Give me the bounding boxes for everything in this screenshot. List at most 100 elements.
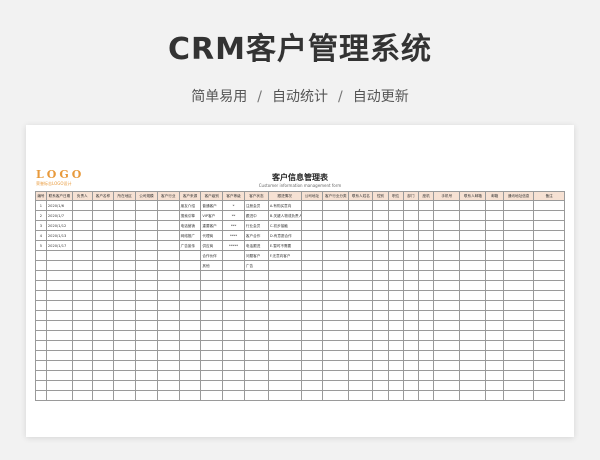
table-cell[interactable] [135,290,158,301]
table-cell[interactable] [459,220,487,231]
table-cell[interactable] [200,300,224,311]
table-cell[interactable]: E.暂时不需要 [267,240,302,251]
table-cell[interactable]: 4 [35,230,47,241]
table-cell[interactable] [200,290,224,301]
table-cell[interactable] [387,260,404,271]
table-cell[interactable] [322,340,350,351]
table-cell[interactable] [387,390,404,401]
table-cell[interactable] [178,290,202,301]
table-cell[interactable] [348,270,374,281]
table-cell[interactable] [35,260,47,271]
table-cell[interactable] [267,330,302,341]
table-cell[interactable]: 2020/1/17 [45,240,73,251]
table-cell[interactable] [459,310,487,321]
table-cell[interactable] [372,280,389,291]
table-cell[interactable] [35,300,47,311]
table-cell[interactable] [267,380,302,391]
table-cell[interactable] [322,370,350,381]
table-cell[interactable] [433,340,461,351]
table-cell[interactable] [372,300,389,311]
table-cell[interactable] [243,290,269,301]
table-cell[interactable] [387,200,404,211]
table-cell[interactable] [433,210,461,221]
table-cell[interactable] [135,230,158,241]
table-cell[interactable] [418,300,435,311]
table-cell[interactable] [300,260,324,271]
table-cell[interactable] [418,320,435,331]
table-cell[interactable]: 合作伙伴 [200,250,224,261]
table-cell[interactable] [402,280,420,291]
table-cell[interactable] [300,380,324,391]
table-cell[interactable] [156,230,180,241]
table-cell[interactable] [502,330,535,341]
table-cell[interactable] [348,370,374,381]
table-cell[interactable] [372,250,389,261]
table-cell[interactable] [372,260,389,271]
table-cell[interactable] [135,360,158,371]
table-cell[interactable]: 普通客户 [200,200,224,211]
table-cell[interactable] [322,380,350,391]
table-cell[interactable] [222,360,245,371]
table-cell[interactable] [35,340,47,351]
table-cell[interactable] [348,330,374,341]
table-cell[interactable]: 2020/1/13 [45,230,73,241]
table-cell[interactable] [502,380,535,391]
table-cell[interactable] [502,220,535,231]
table-cell[interactable] [45,350,73,361]
table-cell[interactable] [156,320,180,331]
table-cell[interactable] [533,370,565,381]
table-cell[interactable] [300,270,324,281]
table-cell[interactable] [35,390,47,401]
table-cell[interactable] [533,330,565,341]
table-cell[interactable] [71,210,93,221]
table-cell[interactable] [71,230,93,241]
table-cell[interactable] [113,310,137,321]
table-cell[interactable] [485,320,504,331]
table-cell[interactable] [485,310,504,321]
table-cell[interactable] [348,220,374,231]
table-cell[interactable] [322,220,350,231]
table-cell[interactable]: 网络推广 [178,230,202,241]
table-cell[interactable] [402,290,420,301]
table-cell[interactable] [322,320,350,331]
table-cell[interactable] [533,200,565,211]
table-cell[interactable] [459,320,487,331]
table-cell[interactable] [387,320,404,331]
table-cell[interactable] [533,290,565,301]
table-cell[interactable] [300,360,324,371]
table-cell[interactable] [348,280,374,291]
table-cell[interactable] [91,250,115,261]
table-cell[interactable]: 电话营销 [178,220,202,231]
table-cell[interactable] [485,230,504,241]
table-cell[interactable] [200,340,224,351]
table-cell[interactable] [322,390,350,401]
table-cell[interactable] [200,330,224,341]
table-cell[interactable] [113,240,137,251]
table-cell[interactable] [222,350,245,361]
table-cell[interactable]: A.有购买意向 [267,200,302,211]
table-cell[interactable] [533,300,565,311]
table-cell[interactable] [372,350,389,361]
table-cell[interactable] [71,290,93,301]
table-cell[interactable] [35,250,47,261]
table-cell[interactable] [322,240,350,251]
table-cell[interactable] [300,250,324,261]
table-cell[interactable] [222,310,245,321]
table-cell[interactable] [135,340,158,351]
table-cell[interactable] [178,330,202,341]
table-cell[interactable] [300,310,324,321]
table-cell[interactable] [433,310,461,321]
table-cell[interactable] [156,280,180,291]
table-cell[interactable] [300,330,324,341]
table-cell[interactable] [45,280,73,291]
table-cell[interactable]: F.无意向客户 [267,250,302,261]
table-cell[interactable] [459,330,487,341]
table-cell[interactable] [113,380,137,391]
table-cell[interactable] [418,340,435,351]
table-cell[interactable] [533,250,565,261]
table-cell[interactable] [91,220,115,231]
table-cell[interactable] [502,320,535,331]
table-cell[interactable] [502,230,535,241]
table-cell[interactable] [533,280,565,291]
table-cell[interactable] [433,220,461,231]
